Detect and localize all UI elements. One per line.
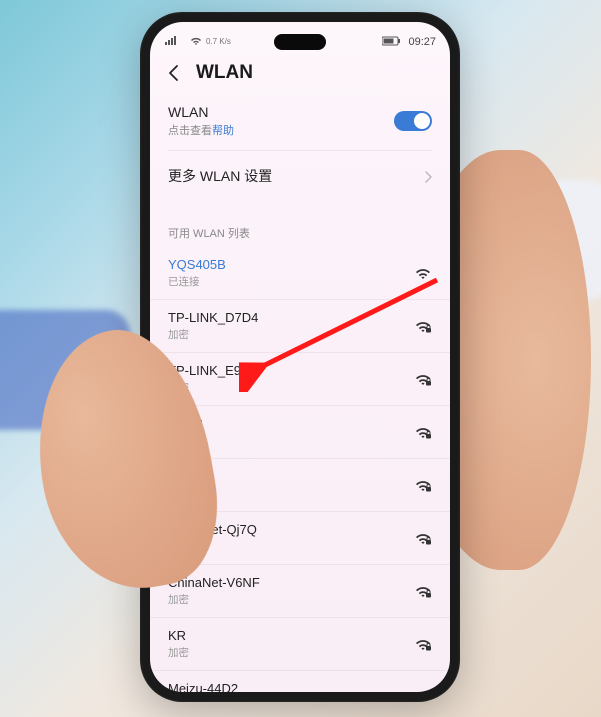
wifi-status: 加密 [168,645,189,660]
wifi-name: ChinaNet-Qj7Q [168,522,257,537]
wifi-row[interactable]: KR 加密 [150,618,450,671]
background-prop [0,310,130,430]
wlan-help[interactable]: 点击查看帮助 [168,122,234,138]
back-icon[interactable] [164,63,184,83]
wifi-signal-icon [414,690,432,692]
wifi-signal-icon [414,319,432,333]
phone-screen: 0.7 K/s 09:27 WLAN WLAN 点击查看帮助 [150,22,450,692]
available-networks-header: 可用 WLAN 列表 [150,211,450,247]
wifi-name: 620 [168,469,190,484]
wifi-row[interactable]: 620 加密 [150,459,450,512]
wifi-row[interactable]: Meizu-44D2 加密 [150,671,450,692]
wifi-name: TP-LINK_E97E [168,363,257,378]
wifi-name: ChinaNet-V6NF [168,575,260,590]
wifi-name: YQS2 [168,416,203,431]
wlan-toggle[interactable] [394,111,432,131]
wifi-status: 加密 [168,592,260,607]
chevron-right-icon [425,170,432,182]
wifi-row[interactable]: ChinaNet-Qj7Q 加密 [150,512,450,565]
wifi-name: TP-LINK_D7D4 [168,310,258,325]
wlan-toggle-row[interactable]: WLAN 点击查看帮助 [168,92,432,151]
wifi-status: 加密 [168,327,258,342]
wifi-status: 加密 [168,433,203,448]
more-settings-row[interactable]: 更多 WLAN 设置 [168,151,432,201]
wlan-toggle-section: WLAN 点击查看帮助 更多 WLAN 设置 [150,92,450,201]
wifi-list: YQS405B 已连接 TP-LINK_D7D4 加密 TP-LINK_E97E… [150,247,450,692]
wifi-status-icon [190,36,202,48]
battery-icon [382,36,402,49]
wifi-status: 加密 [168,486,190,501]
wifi-name: YQS405B [168,257,226,272]
background-prop [531,180,601,300]
wifi-signal-icon [414,425,432,439]
wifi-row[interactable]: TP-LINK_D7D4 加密 [150,300,450,353]
wifi-name: KR [168,628,189,643]
page-title: WLAN [196,62,253,84]
wifi-row[interactable]: ChinaNet-V6NF 加密 [150,565,450,618]
wifi-status: 加密 [168,380,257,395]
wifi-row[interactable]: YQS2 加密 [150,406,450,459]
signal-icon [164,36,186,48]
wifi-signal-icon [414,478,432,492]
section-divider [150,201,450,211]
phone-frame: 0.7 K/s 09:27 WLAN WLAN 点击查看帮助 [140,12,460,702]
wifi-status: 加密 [168,539,257,554]
page-header: WLAN [150,54,450,92]
wifi-name: Meizu-44D2 [168,681,238,692]
wifi-signal-icon [414,584,432,598]
clock: 09:27 [408,36,436,48]
wifi-signal-icon [414,531,432,545]
wifi-signal-icon [414,266,432,280]
wifi-row[interactable]: YQS405B 已连接 [150,247,450,300]
camera-punch [274,34,326,50]
wlan-label: WLAN [168,104,234,120]
net-speed: 0.7 K/s [206,38,231,46]
wifi-signal-icon [414,637,432,651]
wifi-status: 已连接 [168,274,226,289]
help-link[interactable]: 帮助 [212,125,234,137]
wifi-signal-icon [414,372,432,386]
more-settings-label: 更多 WLAN 设置 [168,166,272,186]
wifi-row[interactable]: TP-LINK_E97E 加密 [150,353,450,406]
